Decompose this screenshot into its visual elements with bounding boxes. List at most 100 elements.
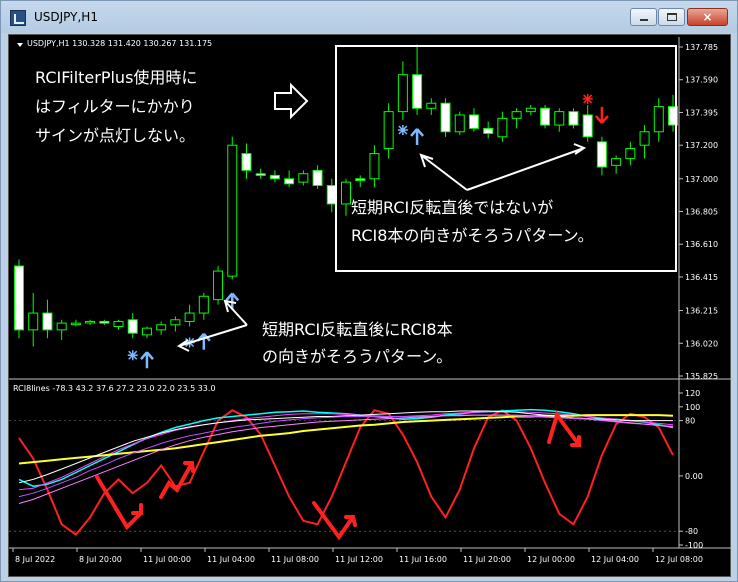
close-button[interactable]: × <box>687 8 728 26</box>
chart-window: USDJPY,H1 × USDJPY,H1 130.328 131.420 13… <box>0 0 738 582</box>
candle-body <box>369 153 380 180</box>
candle-body <box>85 320 96 324</box>
minimize-button[interactable] <box>630 8 657 26</box>
annotation-left-text: はフィルターにかかり <box>35 97 195 116</box>
candle-body <box>454 114 465 133</box>
main-chart-header: USDJPY,H1 130.328 131.420 130.267 131.17… <box>27 39 212 48</box>
time-tick-label: 8 Jul 2022 <box>15 555 55 564</box>
title-bar[interactable]: USDJPY,H1 × <box>1 1 737 33</box>
candle-body <box>525 107 536 113</box>
candle-body <box>639 131 650 146</box>
price-tick-label: 136.805 <box>685 208 718 217</box>
price-tick-label: 136.215 <box>685 307 718 316</box>
annotation-left-text: RCIFilterPlus使用時に <box>35 68 197 87</box>
price-tick-label: 137.395 <box>685 108 718 117</box>
pointer-arrow-icon <box>274 82 309 120</box>
candle-body <box>355 178 366 181</box>
buy-signal-arrow <box>410 128 425 145</box>
chart-canvas[interactable]: USDJPY,H1 130.328 131.420 130.267 131.17… <box>9 35 732 578</box>
price-tick-label: 135.825 <box>685 372 718 381</box>
candle-body <box>298 173 309 183</box>
time-tick-label: 11 Jul 20:00 <box>463 555 511 564</box>
time-tick-label: 8 Jul 20:00 <box>79 555 122 564</box>
time-tick-label: 11 Jul 08:00 <box>271 555 319 564</box>
candle-body <box>412 74 423 109</box>
price-tick-label: 136.415 <box>685 273 718 282</box>
candle-body <box>397 74 408 113</box>
candle-body <box>255 173 266 176</box>
candle-body <box>198 295 209 314</box>
annotation-left-text: サインが点灯しない。 <box>35 126 195 145</box>
candle-body <box>440 102 451 133</box>
candle-body <box>99 320 110 324</box>
candle-body <box>468 114 479 129</box>
candle-body <box>611 158 622 166</box>
price-tick-label: 136.020 <box>685 339 718 348</box>
rci-tick-label: 120 <box>685 389 700 398</box>
rci-tick-label: -100 <box>685 541 703 550</box>
sell-signal-arrow <box>594 106 609 124</box>
annotation-bottom-text: 短期RCI反転直後にRCI8本 <box>262 320 453 339</box>
candle-body <box>426 102 437 109</box>
buy-signal-star-icon <box>127 350 138 361</box>
candle-body <box>269 174 280 180</box>
close-icon: × <box>702 10 713 24</box>
candle-body <box>383 111 394 150</box>
candle-body <box>42 312 53 331</box>
rci-tick-label: 0.00 <box>685 472 703 481</box>
candle-body <box>653 106 664 133</box>
candle-body <box>113 320 124 327</box>
price-tick-label: 137.000 <box>685 175 718 184</box>
rci-reversal-mark <box>95 475 143 531</box>
chart-app-icon <box>10 10 26 26</box>
chart-area[interactable]: USDJPY,H1 130.328 131.420 130.267 131.17… <box>8 34 732 578</box>
rci-series-line <box>18 411 674 491</box>
candle-body <box>127 319 138 334</box>
candle-body <box>170 319 181 326</box>
candle-body <box>341 181 351 205</box>
time-tick-label: 11 Jul 04:00 <box>207 555 255 564</box>
rci-tick-label: 80 <box>685 417 695 426</box>
window-title: USDJPY,H1 <box>34 10 98 24</box>
annotation-bottom-text: の向きがそろうパターン。 <box>262 347 452 366</box>
time-tick-label: 11 Jul 16:00 <box>399 555 447 564</box>
candle-body <box>241 153 252 171</box>
candle-body <box>511 111 522 119</box>
maximize-button[interactable] <box>658 8 685 26</box>
candle-body <box>483 127 494 134</box>
annotation-box-text: RCI8本の向きがそろうパターン。 <box>351 226 594 245</box>
price-tick-label: 136.610 <box>685 240 718 249</box>
candle-body <box>568 111 579 126</box>
candle-body <box>326 184 337 205</box>
candle-body <box>227 144 238 277</box>
rci-tick-label: -80 <box>685 527 698 536</box>
time-tick-label: 11 Jul 12:00 <box>335 555 383 564</box>
candle-body <box>582 114 593 138</box>
maximize-icon <box>667 13 677 21</box>
candle-body <box>213 270 224 301</box>
up-arrow-icon <box>140 351 154 369</box>
candle-body <box>156 324 167 331</box>
time-tick-label: 11 Jul 00:00 <box>143 555 191 564</box>
buy-signal-star-icon <box>397 125 408 136</box>
candle-body <box>70 322 81 326</box>
candle-body <box>284 178 295 185</box>
rci-reversal-mark <box>159 461 195 499</box>
time-tick-label: 12 Jul 08:00 <box>655 555 703 564</box>
candle-body <box>596 141 607 168</box>
candle-body <box>625 148 636 160</box>
candle-body <box>184 312 195 322</box>
price-tick-label: 137.200 <box>685 141 718 150</box>
time-tick-label: 12 Jul 00:00 <box>527 555 575 564</box>
price-tick-label: 137.590 <box>685 76 718 85</box>
up-arrow-icon <box>410 128 425 145</box>
indicator-header: RCI8lines -78.3 43.2 37.6 27.2 23.0 22.0… <box>13 384 216 393</box>
candle-body <box>56 322 67 331</box>
price-tick-label: 137.785 <box>685 43 718 52</box>
candle-body <box>540 107 551 126</box>
candle-body <box>554 111 565 126</box>
time-tick-label: 12 Jul 04:00 <box>591 555 639 564</box>
candle-body <box>28 312 39 331</box>
sell-signal-star-icon <box>582 93 593 104</box>
chart-menu-icon[interactable] <box>17 43 23 47</box>
